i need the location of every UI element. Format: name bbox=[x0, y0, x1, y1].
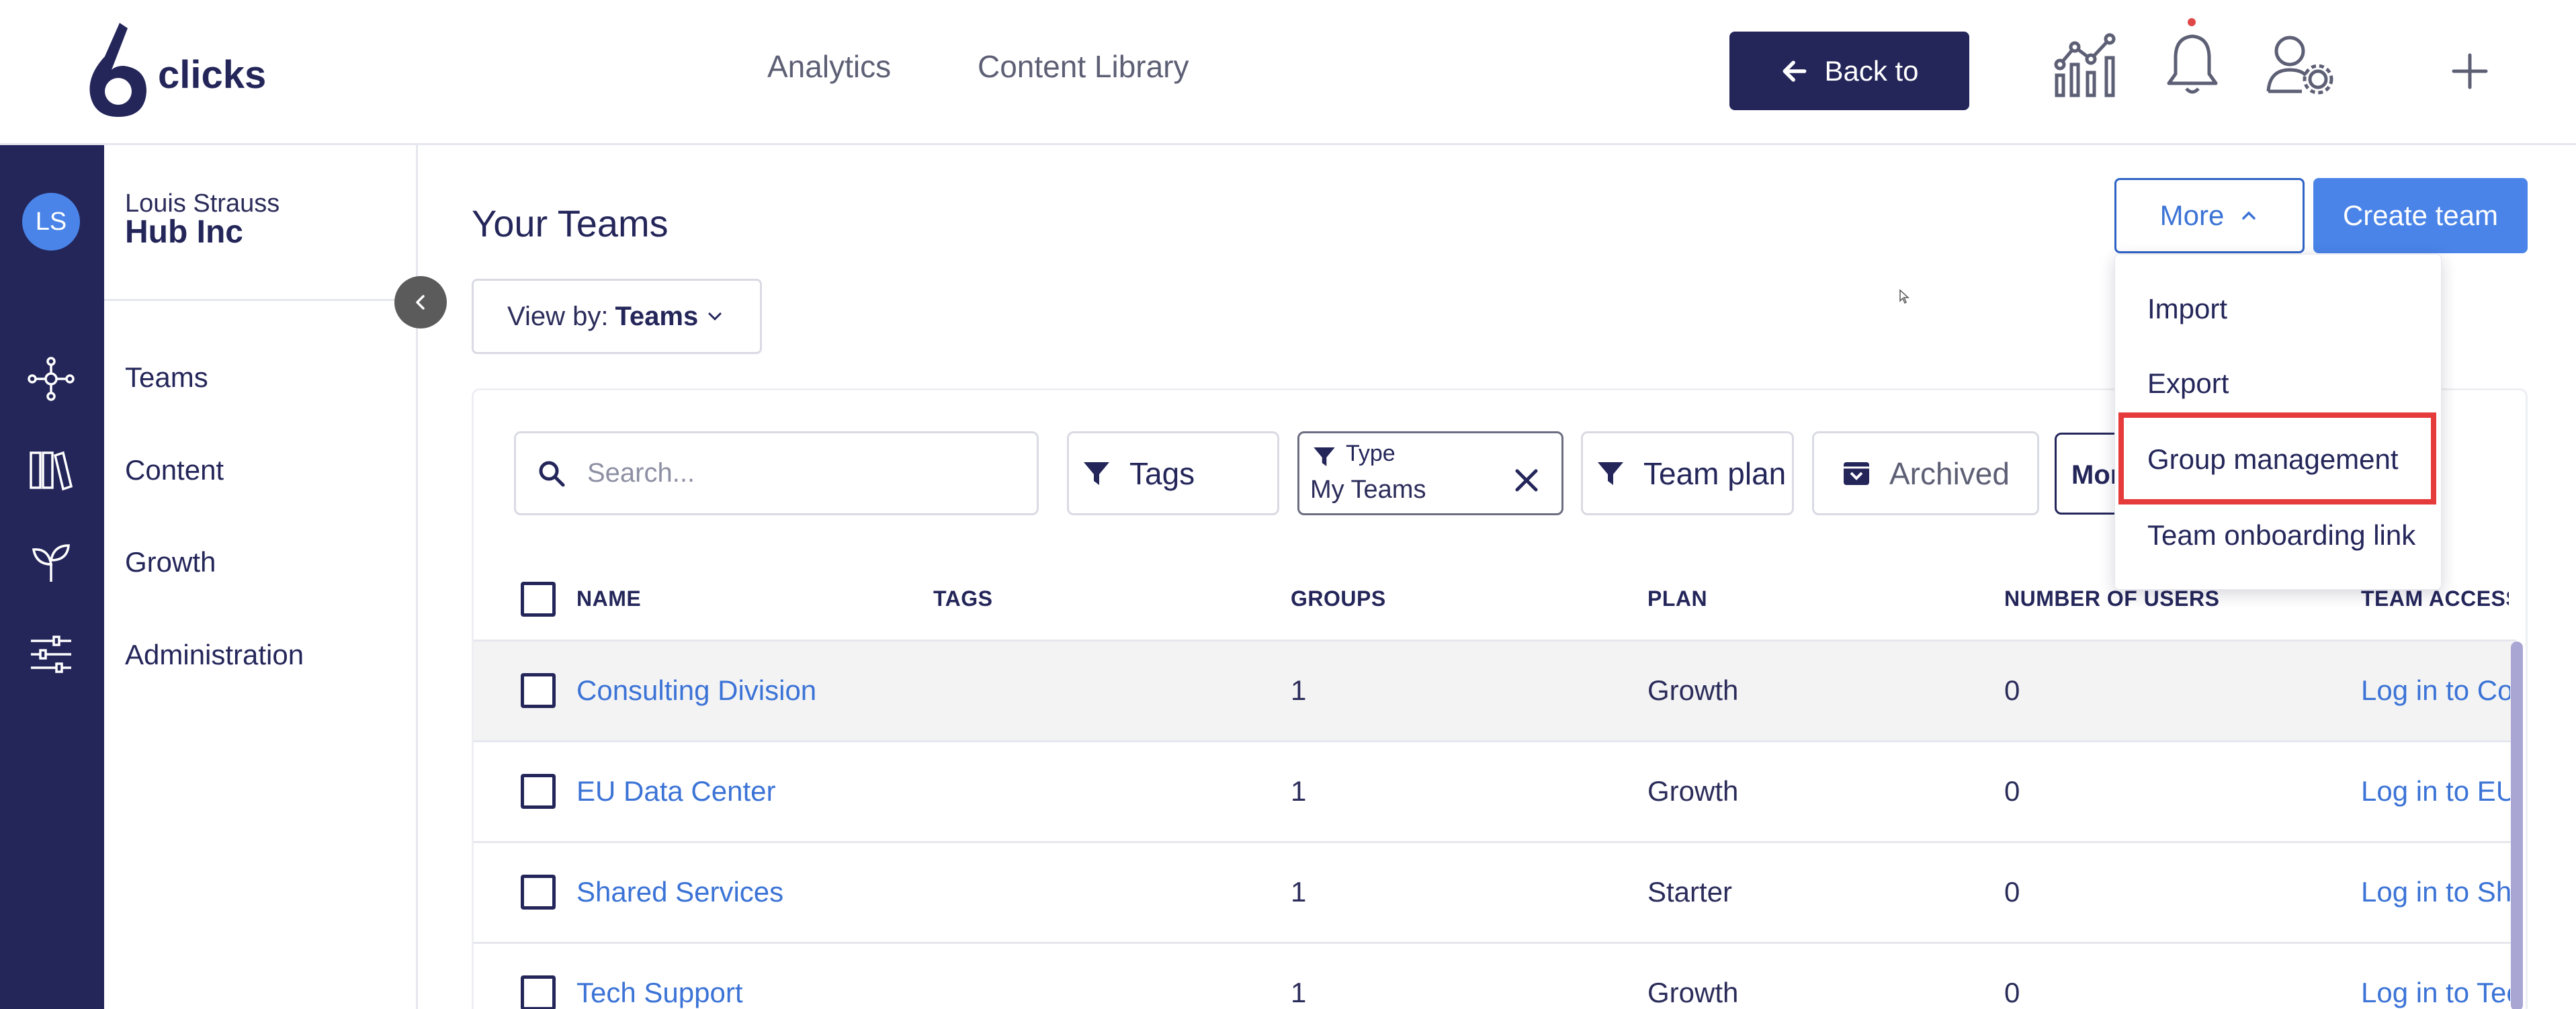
sidebar-item-content[interactable]: Content bbox=[125, 454, 224, 486]
view-by-label: View by: bbox=[507, 301, 609, 331]
six-logo-icon bbox=[89, 23, 146, 117]
more-button-label: More bbox=[2159, 200, 2225, 231]
users-cell: 0 bbox=[2004, 876, 2020, 908]
team-name-link[interactable]: Tech Support bbox=[576, 977, 743, 1009]
bell-icon[interactable] bbox=[2162, 31, 2223, 101]
groups-cell: 1 bbox=[1291, 977, 1307, 1008]
mouse-cursor-icon bbox=[1899, 289, 1911, 308]
sidebar-divider bbox=[104, 299, 418, 301]
user-settings-icon[interactable] bbox=[2264, 31, 2338, 101]
team-name-link[interactable]: Shared Services bbox=[576, 876, 783, 908]
analytics-icon[interactable] bbox=[2053, 31, 2120, 101]
notification-dot bbox=[2188, 18, 2196, 26]
plan-cell: Starter bbox=[1647, 876, 1733, 908]
logo[interactable]: clicks bbox=[81, 21, 296, 122]
menu-item-team-onboarding-link[interactable]: Team onboarding link bbox=[2147, 519, 2415, 552]
row-checkbox[interactable] bbox=[521, 673, 556, 708]
team-access-link[interactable]: Log in to EU Data Center bbox=[2361, 775, 2510, 807]
archived-filter[interactable]: Archived bbox=[1812, 431, 2039, 515]
menu-item-import[interactable]: Import bbox=[2147, 293, 2227, 325]
sprout-icon[interactable] bbox=[27, 539, 75, 587]
column-groups[interactable]: GROUPS bbox=[1291, 586, 1386, 611]
column-name[interactable]: NAME bbox=[576, 586, 641, 611]
team-access-link[interactable]: Log in to Shared Services bbox=[2361, 876, 2510, 908]
filter-icon bbox=[1084, 462, 1109, 485]
network-icon[interactable] bbox=[27, 355, 75, 403]
chevron-left-icon bbox=[416, 295, 425, 310]
team-name-link[interactable]: EU Data Center bbox=[576, 775, 775, 807]
logo-text: clicks bbox=[158, 53, 267, 97]
plus-icon[interactable] bbox=[2451, 52, 2489, 93]
nav-content-library[interactable]: Content Library bbox=[978, 48, 1189, 85]
column-number-of-users[interactable]: NUMBER OF USERS bbox=[2004, 586, 2219, 611]
chevron-up-icon bbox=[2242, 211, 2256, 220]
page-title: Your Teams bbox=[472, 202, 669, 245]
row-checkbox[interactable] bbox=[521, 975, 556, 1009]
collapse-sidebar-button[interactable] bbox=[394, 276, 447, 328]
nav-analytics[interactable]: Analytics bbox=[767, 48, 891, 85]
groups-cell: 1 bbox=[1291, 674, 1307, 706]
column-team-access[interactable]: TEAM ACCESS bbox=[2361, 586, 2509, 611]
library-icon[interactable] bbox=[27, 446, 75, 494]
plan-cell: Growth bbox=[1647, 674, 1739, 706]
team-plan-filter-label: Team plan bbox=[1643, 455, 1787, 491]
more-button[interactable]: More bbox=[2114, 178, 2305, 253]
groups-cell: 1 bbox=[1291, 876, 1307, 908]
tags-filter[interactable]: Tags bbox=[1067, 431, 1279, 515]
view-by-dropdown[interactable]: View by: Teams bbox=[472, 279, 762, 354]
groups-cell: 1 bbox=[1291, 775, 1307, 807]
row-checkbox[interactable] bbox=[521, 774, 556, 809]
create-team-button[interactable]: Create team bbox=[2313, 178, 2528, 253]
archive-icon bbox=[1844, 462, 1869, 485]
plan-cell: Growth bbox=[1647, 775, 1739, 807]
avatar[interactable]: LS bbox=[22, 193, 80, 251]
view-by-value: Teams bbox=[615, 301, 699, 331]
archived-filter-label: Archived bbox=[1889, 455, 2010, 491]
close-icon bbox=[1515, 469, 1538, 492]
team-name-link[interactable]: Consulting Division bbox=[576, 674, 816, 707]
org-name: Hub Inc bbox=[125, 214, 243, 250]
table-row bbox=[474, 942, 2516, 1009]
column-plan[interactable]: PLAN bbox=[1647, 586, 1707, 611]
sidebar-item-growth[interactable]: Growth bbox=[125, 546, 216, 578]
column-tags[interactable]: TAGS bbox=[933, 586, 993, 611]
type-filter-label: Type bbox=[1346, 441, 1396, 466]
users-cell: 0 bbox=[2004, 674, 2020, 706]
search-box[interactable] bbox=[514, 431, 1039, 515]
team-access-link[interactable]: Log in to Consulting Division bbox=[2361, 674, 2510, 707]
back-to-label: Back to bbox=[1824, 54, 1919, 87]
select-all-checkbox[interactable] bbox=[521, 582, 556, 617]
sidebar-item-administration[interactable]: Administration bbox=[125, 639, 304, 671]
arrow-left-icon bbox=[1783, 60, 1807, 82]
filter-icon bbox=[1598, 462, 1623, 485]
sliders-icon[interactable] bbox=[27, 630, 75, 678]
users-cell: 0 bbox=[2004, 775, 2020, 807]
menu-item-export[interactable]: Export bbox=[2147, 367, 2229, 400]
clear-type-filter[interactable] bbox=[1512, 466, 1541, 498]
highlight-box bbox=[2118, 412, 2436, 504]
sidebar-item-teams[interactable]: Teams bbox=[125, 361, 208, 394]
type-filter-value: My Teams bbox=[1310, 476, 1426, 504]
row-checkbox[interactable] bbox=[521, 875, 556, 910]
search-icon bbox=[539, 461, 565, 486]
plan-cell: Growth bbox=[1647, 977, 1739, 1008]
table-row bbox=[474, 740, 2516, 841]
chevron-down-icon bbox=[708, 312, 722, 321]
team-access-link[interactable]: Log in to Tech Support bbox=[2361, 977, 2510, 1009]
team-plan-filter[interactable]: Team plan bbox=[1581, 431, 1794, 515]
back-to-button[interactable]: Back to bbox=[1729, 32, 1969, 110]
filter-icon bbox=[1314, 447, 1335, 466]
users-cell: 0 bbox=[2004, 977, 2020, 1008]
search-input[interactable] bbox=[587, 458, 990, 488]
table-scrollbar[interactable] bbox=[2511, 642, 2523, 1009]
tags-filter-label: Tags bbox=[1129, 455, 1195, 491]
